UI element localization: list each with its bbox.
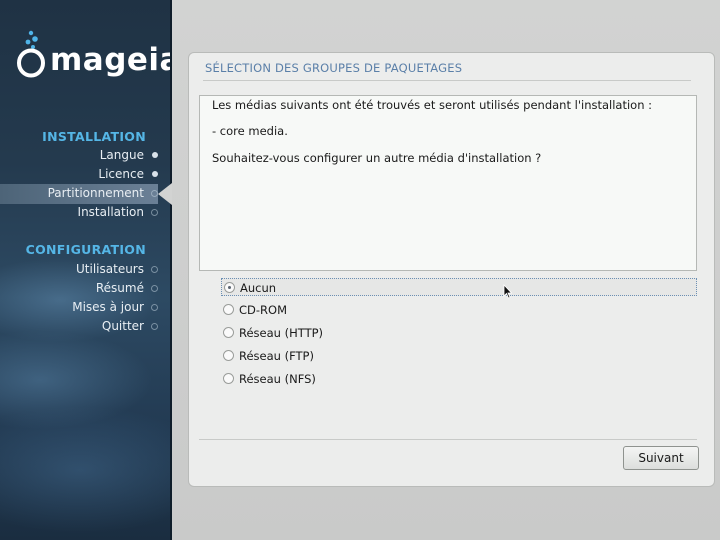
step-label: Mises à jour — [72, 300, 144, 314]
radio-button[interactable] — [223, 304, 234, 315]
step-pending-dot-icon — [151, 304, 158, 311]
radio-button-selected[interactable] — [224, 282, 235, 293]
step-label: Licence — [98, 167, 144, 181]
message-line: Souhaitez-vous configurer un autre média… — [212, 151, 542, 165]
step-label: Langue — [99, 148, 144, 162]
step-licence: Licence — [98, 165, 158, 184]
radio-label: Aucun — [240, 281, 277, 295]
next-button[interactable]: Suivant — [623, 446, 699, 470]
radio-label: Réseau (HTTP) — [239, 326, 324, 340]
step-utilisateurs: Utilisateurs — [76, 260, 158, 279]
footer-divider — [199, 439, 697, 440]
radio-option-aucun[interactable]: Aucun — [221, 278, 697, 296]
step-done-dot-icon — [152, 171, 158, 177]
section-configuration: CONFIGURATION — [25, 242, 146, 257]
radio-option-nfs[interactable]: Réseau (NFS) — [221, 370, 697, 388]
step-langue: Langue — [99, 146, 158, 165]
step-done-dot-icon — [152, 152, 158, 158]
radio-option-cdrom[interactable]: CD-ROM — [221, 301, 697, 319]
message-line: - core media. — [212, 124, 288, 138]
message-line: Les médias suivants ont été trouvés et s… — [212, 98, 653, 112]
step-pending-dot-icon — [151, 266, 158, 273]
step-active-dot-icon — [151, 190, 158, 197]
page-title: SÉLECTION DES GROUPES DE PAQUETAGES — [205, 61, 463, 75]
active-step-pointer — [158, 183, 172, 205]
sidebar: mageia INSTALLATION Langue Licence Parti… — [0, 0, 172, 540]
step-label: Partitionnement — [47, 186, 144, 200]
radio-label: CD-ROM — [239, 303, 287, 317]
radio-option-ftp[interactable]: Réseau (FTP) — [221, 347, 697, 365]
step-label: Utilisateurs — [76, 262, 144, 276]
step-resume: Résumé — [95, 279, 158, 298]
step-quitter: Quitter — [101, 317, 158, 336]
radio-button[interactable] — [223, 373, 234, 384]
step-mises-a-jour: Mises à jour — [72, 298, 158, 317]
step-pending-dot-icon — [151, 209, 158, 216]
radio-button[interactable] — [223, 350, 234, 361]
step-installation: Installation — [77, 203, 158, 222]
step-pending-dot-icon — [151, 323, 158, 330]
main-panel: SÉLECTION DES GROUPES DE PAQUETAGES Les … — [188, 52, 715, 487]
section-installation: INSTALLATION — [42, 129, 146, 144]
step-pending-dot-icon — [151, 285, 158, 292]
mouse-cursor-icon — [503, 284, 513, 299]
step-label: Quitter — [101, 319, 144, 333]
step-partitionnement: Partitionnement — [47, 184, 158, 203]
radio-button[interactable] — [223, 327, 234, 338]
radio-label: Réseau (NFS) — [239, 372, 316, 386]
radio-label: Réseau (FTP) — [239, 349, 314, 363]
message-textbox[interactable]: Les médias suivants ont été trouvés et s… — [199, 95, 697, 271]
step-label: Résumé — [95, 281, 144, 295]
step-label: Installation — [77, 205, 144, 219]
radio-option-http[interactable]: Réseau (HTTP) — [221, 324, 697, 342]
brand-name: mageia — [50, 42, 172, 78]
title-divider — [203, 80, 691, 81]
